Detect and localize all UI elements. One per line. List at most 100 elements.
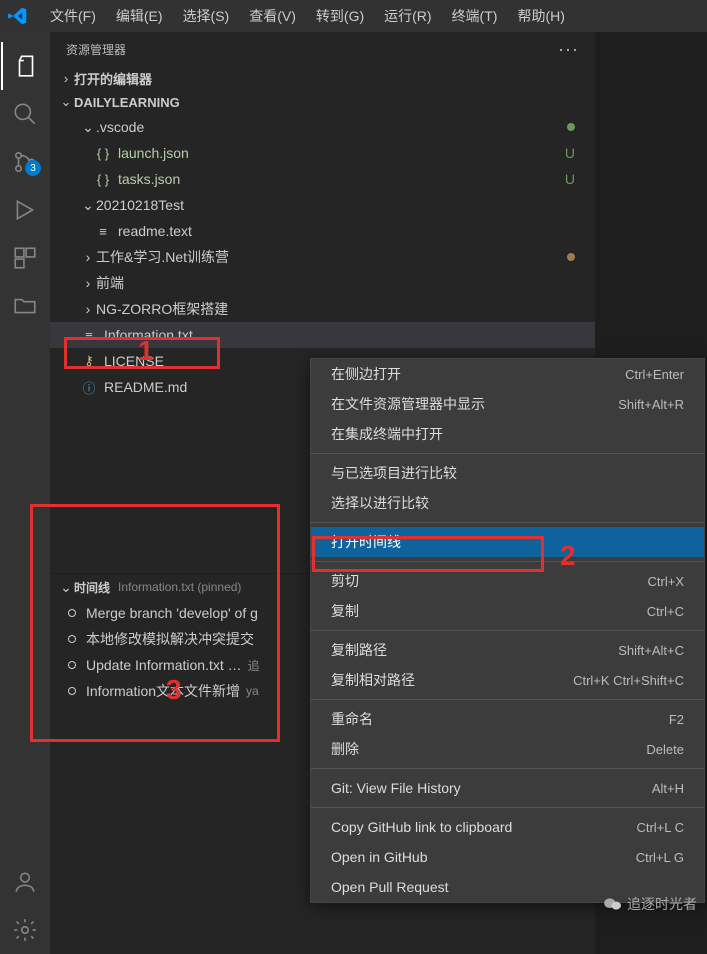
menu-separator: [311, 630, 704, 631]
file-type-icon: ⚷: [80, 352, 98, 370]
menu-item----------[interactable]: 与已选项目进行比较: [311, 458, 704, 488]
menu-item----[interactable]: 重命名F2: [311, 704, 704, 734]
menu-terminal[interactable]: 终端(T): [442, 6, 508, 26]
status-dot: [567, 253, 575, 261]
explorer-header: 资源管理器 ···: [50, 32, 595, 66]
menu-item-shortcut: Ctrl+C: [647, 604, 684, 619]
menu-item-label: 重命名: [331, 709, 669, 729]
activity-explorer[interactable]: [1, 42, 49, 90]
menu-item---[interactable]: 复制Ctrl+C: [311, 596, 704, 626]
explorer-title: 资源管理器: [66, 41, 558, 58]
menu-item-label: 在文件资源管理器中显示: [331, 394, 618, 414]
menu-separator: [311, 807, 704, 808]
menu-item-shortcut: Shift+Alt+R: [618, 397, 684, 412]
menu-item-label: 在集成终端中打开: [331, 424, 684, 444]
activity-accounts[interactable]: [1, 858, 49, 906]
file-type-icon: { }: [94, 170, 112, 188]
item-label: .vscode: [96, 119, 144, 135]
folder-NG-ZORRO----[interactable]: ›NG-ZORRO框架搭建: [50, 296, 595, 322]
status-dot: [567, 123, 575, 131]
item-label: LICENSE: [104, 353, 164, 369]
wechat-icon: [603, 896, 623, 912]
menu-item---------[interactable]: 在集成终端中打开: [311, 419, 704, 449]
more-actions-icon[interactable]: ···: [558, 39, 579, 60]
menu-item-Copy-GitHub-link-to-clipboard[interactable]: Copy GitHub link to clipboardCtrl+L C: [311, 812, 704, 842]
item-label: readme.text: [118, 223, 192, 239]
folder-20210218Test[interactable]: ⌄20210218Test: [50, 192, 595, 218]
menu-item------[interactable]: 打开时间线: [311, 527, 704, 557]
file-type-icon: ≡: [80, 326, 98, 344]
menu-item-shortcut: Delete: [646, 742, 684, 757]
chevron-down-icon: ⌄: [58, 94, 74, 110]
menu-item-shortcut: Ctrl+L G: [636, 850, 684, 865]
menu-go[interactable]: 转到(G): [306, 6, 374, 26]
menu-item-label: 删除: [331, 739, 646, 759]
menu-separator: [311, 561, 704, 562]
file-type-icon: ⓘ: [80, 378, 98, 396]
menu-edit[interactable]: 编辑(E): [106, 6, 173, 26]
file-type-icon: ≡: [94, 222, 112, 240]
menu-separator: [311, 768, 704, 769]
menu-item--------[interactable]: 选择以进行比较: [311, 488, 704, 518]
vscode-logo-icon: [8, 6, 28, 26]
file-tasks-json[interactable]: { }tasks.jsonU: [50, 166, 595, 192]
menu-item-label: 在侧边打开: [331, 364, 625, 384]
activity-folder[interactable]: [1, 282, 49, 330]
commit-message: Information文本文件新增: [86, 681, 240, 701]
menu-item-----[interactable]: 复制路径Shift+Alt+C: [311, 635, 704, 665]
watermark: 追逐时光者: [603, 894, 697, 914]
menu-item-label: Open in GitHub: [331, 849, 636, 865]
commit-author: ya: [246, 684, 259, 698]
chevron-right-icon: ›: [80, 249, 96, 265]
menu-separator: [311, 522, 704, 523]
open-editors-header[interactable]: › 打开的编辑器: [50, 66, 595, 90]
menu-separator: [311, 699, 704, 700]
item-label: launch.json: [118, 145, 189, 161]
item-label: Information.txt: [104, 327, 193, 343]
menu-item-label: 复制: [331, 601, 647, 621]
menu-item---[interactable]: 剪切Ctrl+X: [311, 566, 704, 596]
menu-item-shortcut: Ctrl+X: [648, 574, 684, 589]
commit-message: Merge branch 'develop' of g: [86, 605, 258, 621]
menu-file[interactable]: 文件(F): [40, 6, 106, 26]
menu-item-shortcut: Alt+H: [652, 781, 684, 796]
menu-selection[interactable]: 选择(S): [173, 6, 240, 26]
commit-dot-icon: [68, 661, 76, 669]
folder--vscode[interactable]: ⌄.vscode: [50, 114, 595, 140]
item-label: 20210218Test: [96, 197, 184, 213]
activity-source-control[interactable]: 3: [1, 138, 49, 186]
chevron-right-icon: ›: [58, 71, 74, 86]
menu-bar: 文件(F) 编辑(E) 选择(S) 查看(V) 转到(G) 运行(R) 终端(T…: [0, 0, 707, 32]
item-label: README.md: [104, 379, 187, 395]
activity-extensions[interactable]: [1, 234, 49, 282]
menu-item-label: 复制路径: [331, 640, 618, 660]
file-readme-text[interactable]: ≡ readme.text: [50, 218, 595, 244]
commit-message: Update Information.txt …: [86, 657, 242, 673]
menu-item------------[interactable]: 在文件资源管理器中显示Shift+Alt+R: [311, 389, 704, 419]
menu-item-Git--View-File-History[interactable]: Git: View File HistoryAlt+H: [311, 773, 704, 803]
folder-root-header[interactable]: ⌄ DAILYLEARNING: [50, 90, 595, 114]
menu-item-shortcut: F2: [669, 712, 684, 727]
menu-item------[interactable]: 在侧边打开Ctrl+Enter: [311, 359, 704, 389]
folder---[interactable]: ›前端: [50, 270, 595, 296]
menu-item-shortcut: Ctrl+K Ctrl+Shift+C: [573, 673, 684, 688]
menu-item---[interactable]: 删除Delete: [311, 734, 704, 764]
menu-item-------[interactable]: 复制相对路径Ctrl+K Ctrl+Shift+C: [311, 665, 704, 695]
activity-search[interactable]: [1, 90, 49, 138]
menu-item-Open-in-GitHub[interactable]: Open in GitHubCtrl+L G: [311, 842, 704, 872]
chevron-right-icon: ›: [80, 301, 96, 317]
item-label: NG-ZORRO框架搭建: [96, 299, 228, 319]
activity-bar: 3: [0, 32, 50, 954]
chevron-right-icon: ›: [80, 275, 96, 291]
menu-item-shortcut: Ctrl+Enter: [625, 367, 684, 382]
file-launch-json[interactable]: { }launch.jsonU: [50, 140, 595, 166]
menu-run[interactable]: 运行(R): [374, 6, 441, 26]
folder-------Net---[interactable]: ›工作&学习.Net训练营: [50, 244, 595, 270]
menu-view[interactable]: 查看(V): [239, 6, 306, 26]
file-Information-txt[interactable]: ≡ Information.txt: [50, 322, 595, 348]
menu-item-shortcut: Shift+Alt+C: [618, 643, 684, 658]
menu-help[interactable]: 帮助(H): [507, 6, 574, 26]
activity-settings[interactable]: [1, 906, 49, 954]
commit-author: 追: [248, 657, 260, 674]
activity-run-debug[interactable]: [1, 186, 49, 234]
